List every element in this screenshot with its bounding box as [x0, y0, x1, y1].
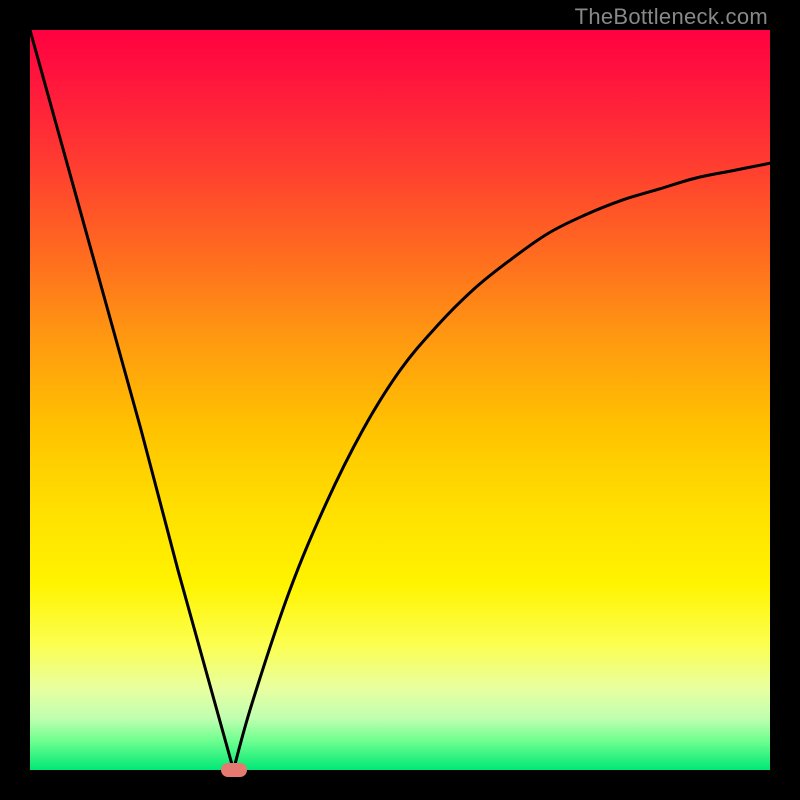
bottleneck-curve: [30, 30, 770, 770]
minimum-marker: [221, 763, 247, 777]
plot-area: [30, 30, 770, 770]
attribution-text: TheBottleneck.com: [575, 4, 768, 30]
